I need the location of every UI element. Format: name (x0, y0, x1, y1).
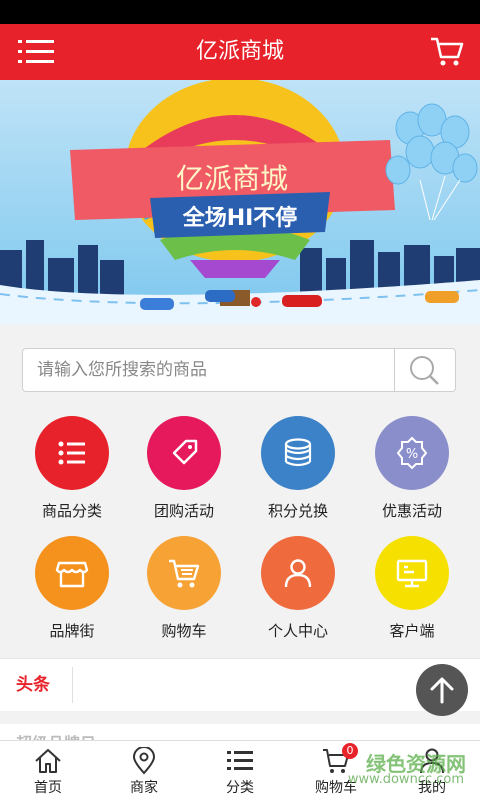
cart-button[interactable] (430, 36, 464, 68)
grid-item-label: 商品分类 (41, 502, 102, 520)
monitor-icon (396, 559, 428, 588)
headline-bar[interactable]: 头条 (0, 658, 480, 711)
watermark-url: www.downcc.com (347, 772, 464, 787)
promo-banner[interactable]: 亿派商城 全场HI不停 (0, 80, 480, 324)
grid-item-group-buy[interactable]: 团购活动 (124, 412, 244, 532)
status-bar (0, 0, 480, 24)
grid-item-brand-street[interactable]: 品牌街 (12, 532, 132, 652)
tab-label: 商家 (130, 780, 158, 796)
tab-category[interactable]: 分类 (192, 741, 288, 801)
watermark: 绿色资源网 www.downcc.com (336, 744, 466, 794)
headline-tag: 头条 (16, 675, 50, 695)
grid-item-personal-center[interactable]: 个人中心 (238, 532, 358, 652)
tab-label: 分类 (226, 780, 254, 796)
grid-item-points-exchange[interactable]: 积分兑换 (238, 412, 358, 532)
tab-label: 首页 (34, 780, 62, 796)
search-input[interactable]: 请输入您所搜索的商品 (37, 349, 207, 391)
tab-merchant[interactable]: 商家 (96, 741, 192, 801)
app-header: 亿派商城 (0, 24, 480, 80)
page-title: 亿派商城 (195, 39, 284, 64)
discount-icon: % (396, 436, 428, 470)
grid-item-label: 团购活动 (153, 502, 214, 520)
grid-item-label: 品牌街 (49, 622, 95, 640)
cart-icon (431, 37, 464, 66)
grid-item-client[interactable]: 客户端 (352, 532, 472, 652)
user-icon (284, 559, 312, 588)
svg-text:%: % (406, 447, 418, 462)
search-bar[interactable]: 请输入您所搜索的商品 (22, 348, 456, 392)
grid-item-shopping-cart[interactable]: 购物车 (124, 532, 244, 652)
back-to-top-button[interactable] (416, 664, 468, 716)
tab-home[interactable]: 首页 (0, 741, 96, 801)
grid-item-label: 购物车 (161, 622, 207, 640)
search-icon (410, 356, 439, 385)
location-pin-icon (132, 747, 156, 775)
grid-item-label: 优惠活动 (381, 502, 442, 520)
list-icon (227, 751, 253, 770)
storefront-icon (55, 561, 89, 588)
grid-item-discount[interactable]: % 优惠活动 (352, 412, 472, 532)
banner-illustration: 亿派商城 全场HI不停 (0, 80, 480, 324)
coins-icon (284, 438, 312, 467)
arrow-up-icon (430, 677, 454, 704)
banner-line2: 全场HI不停 (182, 205, 298, 231)
tag-icon (172, 439, 198, 465)
search-button[interactable] (394, 349, 455, 391)
list-icon (58, 441, 85, 465)
grid-item-label: 积分兑换 (267, 502, 328, 520)
banner-line1: 亿派商城 (176, 162, 288, 195)
grid-item-label: 客户端 (389, 622, 435, 640)
grid-item-label: 个人中心 (267, 622, 328, 640)
grid-item-product-category[interactable]: 商品分类 (12, 412, 132, 532)
home-icon (35, 749, 61, 773)
shopping-cart-icon (169, 559, 200, 588)
divider (72, 667, 73, 703)
